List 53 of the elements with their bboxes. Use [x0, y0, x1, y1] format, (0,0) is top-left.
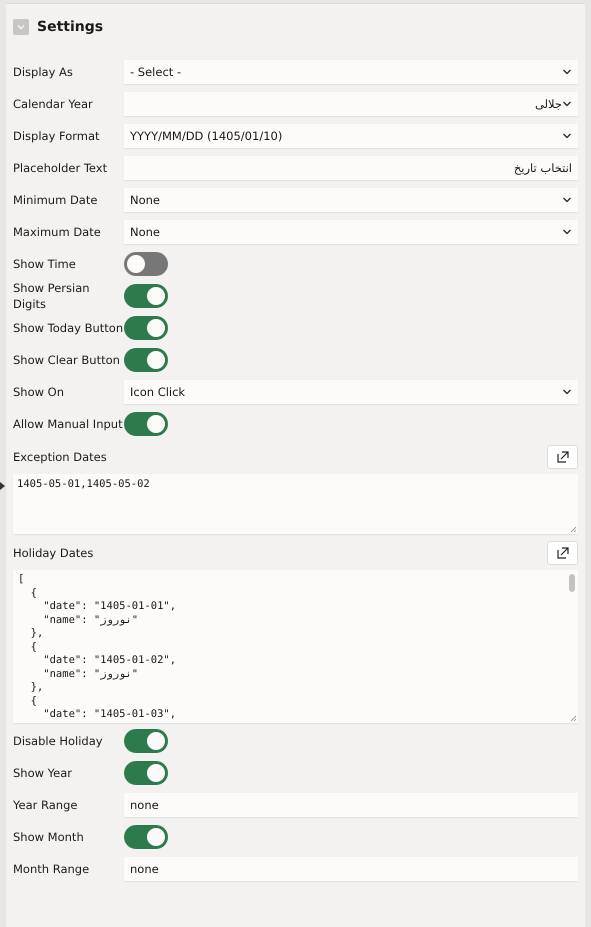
field-label: Placeholder Text — [13, 160, 108, 176]
field-label: Show On — [13, 384, 66, 400]
field-label: Show Clear Button — [13, 352, 121, 368]
field-label: Allow Manual Input — [13, 416, 124, 432]
field-label: Display Format — [13, 128, 101, 144]
chevron-icon — [16, 22, 26, 32]
text-area[interactable]: 1405-05-01,1405-05-02 — [13, 474, 578, 534]
toggle-switch[interactable] — [124, 348, 168, 372]
scrollbar-thumb[interactable] — [569, 574, 575, 592]
field-label: Exception Dates — [13, 449, 108, 465]
chevron-down-icon — [562, 195, 572, 205]
section-title: Settings — [37, 19, 104, 35]
text-field[interactable]: none — [124, 856, 578, 880]
field-label: Year Range — [13, 796, 78, 812]
select-field[interactable]: Icon Click — [124, 380, 578, 404]
expand-icon — [556, 450, 570, 464]
text-field[interactable]: none — [124, 792, 578, 816]
expand-button[interactable] — [547, 445, 578, 469]
field-label: Month Range — [13, 860, 90, 876]
select-field[interactable]: YYYY/MM/DD (1405/01/10) — [124, 124, 578, 148]
select-field[interactable]: None — [124, 220, 578, 244]
resize-grip-icon[interactable] — [569, 714, 577, 722]
chevron-down-icon — [562, 131, 572, 141]
field-label: Holiday Dates — [13, 545, 94, 561]
toggle-switch[interactable] — [124, 284, 168, 308]
expand-button[interactable] — [547, 541, 578, 565]
select-field[interactable]: جلالی — [124, 92, 578, 116]
field-label: Show Today Button — [13, 320, 124, 336]
field-label: Show Time — [13, 256, 77, 272]
toggle-switch[interactable] — [124, 760, 168, 784]
toggle-switch[interactable] — [124, 252, 168, 276]
chevron-down-icon — [562, 99, 572, 109]
chevron-down-icon — [562, 387, 572, 397]
toggle-switch[interactable] — [124, 316, 168, 340]
field-label: Minimum Date — [13, 192, 98, 208]
text-field[interactable]: انتخاب تاریخ — [124, 156, 578, 180]
field-label: Maximum Date — [13, 224, 102, 240]
field-label: Show Month — [13, 828, 85, 844]
toggle-switch[interactable] — [124, 824, 168, 848]
field-label: Disable Holiday — [13, 732, 104, 748]
text-area[interactable]: [ { "date": "1405-01-01", "name": "نوروز" }, { "date": "1405-01-02", "name": "نوروز" }, { "date": "1405-01-03", — [13, 570, 578, 722]
select-field[interactable]: - Select - — [124, 60, 578, 84]
chevron-down-icon — [562, 227, 572, 237]
field-label: Show Persian Digits — [13, 280, 91, 312]
field-label: Display As — [13, 64, 74, 80]
toggle-switch[interactable] — [124, 728, 168, 752]
field-label: Show Year — [13, 764, 74, 780]
field-label: Calendar Year — [13, 96, 94, 112]
select-field[interactable]: None — [124, 188, 578, 212]
expand-icon — [556, 546, 570, 560]
chevron-down-icon — [562, 67, 572, 77]
resize-grip-icon[interactable] — [569, 525, 577, 533]
toggle-switch[interactable] — [124, 412, 168, 436]
